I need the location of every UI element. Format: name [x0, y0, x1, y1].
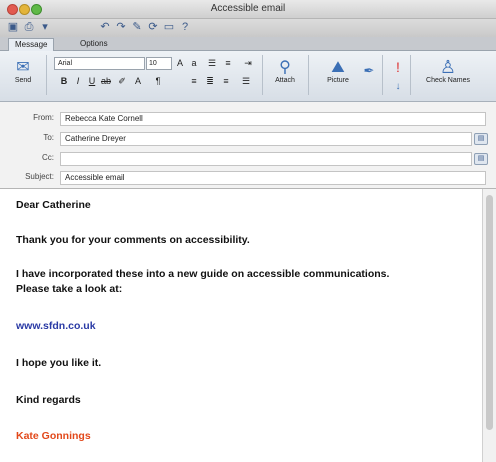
- shrink-font-icon[interactable]: a: [188, 57, 200, 69]
- person-icon: ♙: [439, 57, 457, 77]
- font-name-select[interactable]: Arial: [54, 57, 145, 70]
- underline-icon[interactable]: U: [86, 75, 98, 87]
- ribbon-divider: [262, 55, 263, 95]
- font-color-icon[interactable]: A: [132, 75, 144, 87]
- signature-text: Kate Gonnings: [16, 430, 91, 442]
- attach-button[interactable]: ⚲ Attach: [268, 59, 302, 84]
- dropdown-icon[interactable]: ▾: [38, 21, 52, 34]
- message-body-editor[interactable]: Dear Catherine Thank you for your commen…: [0, 189, 482, 462]
- cc-field[interactable]: [60, 152, 472, 166]
- align-left-icon[interactable]: ≡: [188, 75, 200, 87]
- ribbon-divider: [308, 55, 309, 95]
- picture-button[interactable]: ⛰ Picture: [318, 59, 358, 84]
- vertical-scrollbar[interactable]: [482, 189, 496, 462]
- tab-message[interactable]: Message: [8, 38, 55, 51]
- ribbon: ✉ Send Arial 10 A a ☰ ≡ ⇥ B I U ab ✐ A ¶…: [0, 51, 496, 102]
- website-link[interactable]: www.sfdn.co.uk: [16, 319, 96, 334]
- cc-label: Cc:: [42, 153, 54, 162]
- title-bar: Accessible email: [0, 0, 496, 19]
- align-right-icon[interactable]: ≡: [220, 75, 232, 87]
- ribbon-divider: [46, 55, 47, 95]
- save-icon[interactable]: ▣: [6, 21, 20, 34]
- paragraph-hope: I hope you like it.: [16, 357, 102, 369]
- align-center-icon[interactable]: ≣: [204, 75, 216, 87]
- high-importance-icon[interactable]: !: [392, 60, 404, 74]
- grow-font-icon[interactable]: A: [174, 57, 186, 69]
- font-size-select[interactable]: 10: [146, 57, 172, 70]
- document-icon[interactable]: ▭: [162, 21, 176, 34]
- check-names-button[interactable]: ♙ Check Names: [420, 57, 476, 84]
- ribbon-divider: [382, 55, 383, 95]
- address-book-icon[interactable]: ▤: [474, 133, 488, 145]
- print-icon[interactable]: ⎙: [22, 21, 36, 34]
- closing-text: Kind regards: [16, 394, 81, 406]
- window-title: Accessible email: [210, 3, 286, 14]
- paperclip-icon: ⚲: [279, 59, 291, 76]
- format-painter-icon[interactable]: ✎: [130, 21, 144, 34]
- ribbon-divider: [410, 55, 411, 95]
- from-row: From: Rebecca Kate Cornell: [0, 111, 496, 126]
- address-book-icon[interactable]: ▤: [474, 153, 488, 165]
- subject-row: Subject: Accessible email: [0, 170, 496, 185]
- email-compose-window: Accessible email ▣ ⎙ ▾ ↶ ↷ ✎ ⟳ ▭ ? Messa…: [0, 0, 496, 462]
- highlight-icon[interactable]: ✐: [116, 75, 128, 87]
- send-icon: ✉: [16, 59, 30, 76]
- cc-row: Cc: ▤: [0, 151, 496, 166]
- refresh-icon[interactable]: ⟳: [146, 21, 160, 34]
- styles-icon[interactable]: ¶: [152, 75, 164, 87]
- indent-icon[interactable]: ⇥: [242, 57, 254, 69]
- italic-icon[interactable]: I: [72, 75, 84, 87]
- picture-icon: ⛰: [331, 59, 345, 76]
- strikethrough-icon[interactable]: ab: [100, 75, 112, 87]
- ribbon-tabs: Message Options: [0, 37, 496, 51]
- paragraph-guide-line1: I have incorporated these into a new gui…: [16, 268, 390, 280]
- quick-access-toolbar: ▣ ⎙ ▾ ↶ ↷ ✎ ⟳ ▭ ?: [0, 19, 496, 37]
- numbering-icon[interactable]: ≡: [222, 57, 234, 69]
- scrollbar-thumb[interactable]: [486, 195, 493, 430]
- message-header-fields: From: Rebecca Kate Cornell To: Catherine…: [0, 102, 496, 189]
- bullets-icon[interactable]: ☰: [206, 57, 218, 69]
- low-importance-icon[interactable]: ↓: [392, 81, 404, 93]
- to-row: To: Catherine Dreyer ▤: [0, 131, 496, 146]
- send-button[interactable]: ✉ Send: [8, 59, 38, 84]
- subject-label: Subject:: [25, 172, 54, 181]
- undo-icon[interactable]: ↶: [98, 21, 112, 34]
- paragraph-thanks: Thank you for your comments on accessibi…: [16, 234, 250, 246]
- signature-pen-icon[interactable]: ✒: [362, 64, 376, 77]
- greeting-text: Dear Catherine: [16, 199, 91, 211]
- paragraph-guide-line2: Please take a look at:: [16, 283, 123, 295]
- bold-icon[interactable]: B: [58, 75, 70, 87]
- justify-icon[interactable]: ☰: [240, 75, 252, 87]
- to-label: To:: [43, 133, 54, 142]
- redo-icon[interactable]: ↷: [114, 21, 128, 34]
- subject-field[interactable]: Accessible email: [60, 171, 486, 185]
- from-label: From:: [33, 113, 54, 122]
- to-field[interactable]: Catherine Dreyer: [60, 132, 472, 146]
- from-field[interactable]: Rebecca Kate Cornell: [60, 112, 486, 126]
- help-icon[interactable]: ?: [178, 21, 192, 34]
- tab-options[interactable]: Options: [74, 38, 114, 50]
